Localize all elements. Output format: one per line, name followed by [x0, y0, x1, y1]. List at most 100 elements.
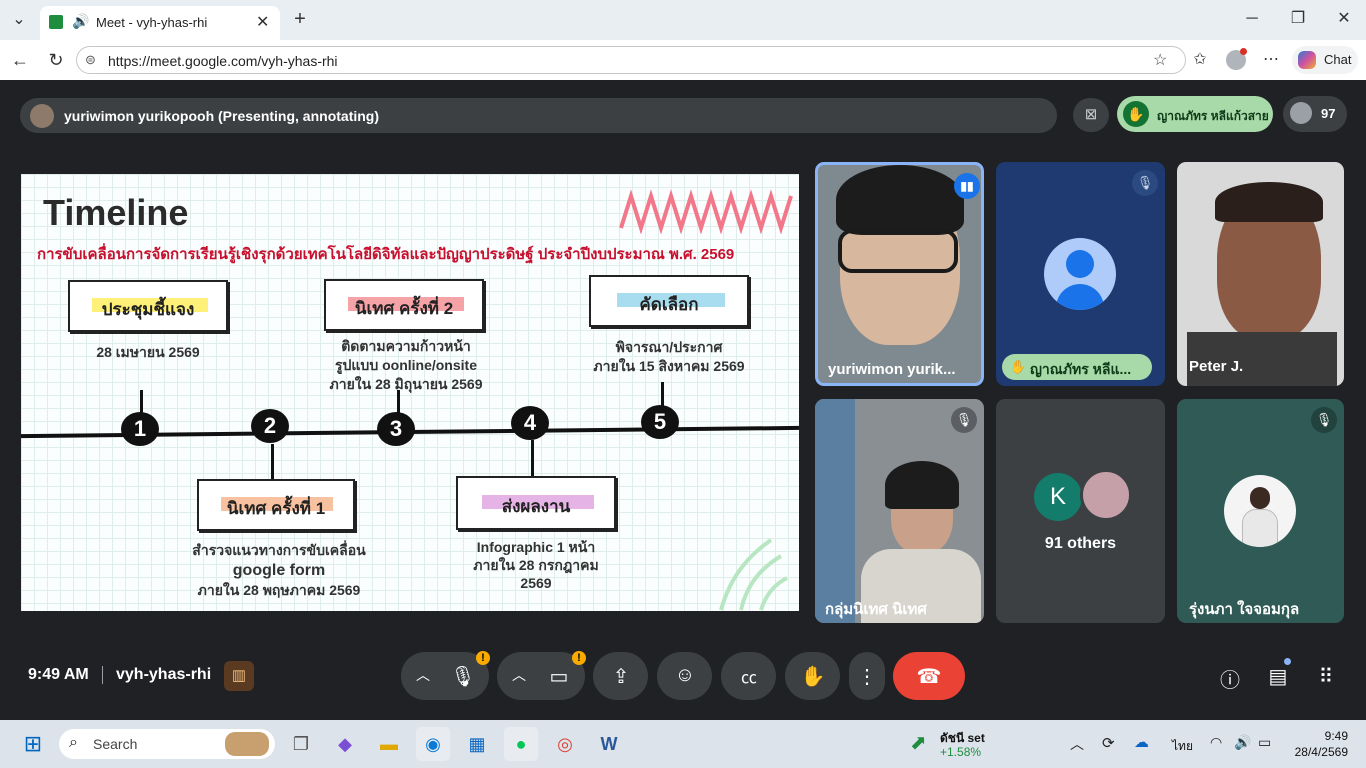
- step-line: ภายใน 28 มิถุนายน 2569: [329, 376, 483, 392]
- speaker-icon[interactable]: 🔊: [72, 13, 89, 30]
- edge-browser-icon[interactable]: ◉: [416, 727, 450, 761]
- participant-tile-6[interactable]: 🎙 รุ่งนภา ใจจอมกุล: [1177, 399, 1344, 623]
- participant-tile-3[interactable]: Peter J.: [1177, 162, 1344, 386]
- presenter-avatar: [30, 104, 54, 128]
- meeting-time: 9:49 AM: [28, 666, 89, 683]
- chat-icon[interactable]: ▤: [1264, 664, 1292, 689]
- connector-4: [531, 440, 534, 476]
- copilot-app-icon[interactable]: ◆: [328, 727, 362, 761]
- mic-options-chevron-icon[interactable]: ︿: [413, 665, 433, 685]
- tab-close-icon[interactable]: ✕: [256, 12, 269, 32]
- maximize-icon[interactable]: ❐: [1288, 9, 1308, 29]
- task-view-icon[interactable]: ❐: [284, 727, 318, 761]
- new-tab-icon[interactable]: +: [290, 9, 310, 29]
- reload-icon[interactable]: ↻: [46, 50, 66, 70]
- show-hidden-icons[interactable]: ︿: [1070, 734, 1084, 754]
- more-options-button[interactable]: ⋮: [849, 652, 885, 700]
- site-info-icon[interactable]: ⊜: [85, 52, 96, 68]
- avatar-head: [1250, 487, 1270, 509]
- others-label: 91 others: [1044, 535, 1117, 552]
- onedrive-icon[interactable]: ☁: [1134, 733, 1149, 751]
- meeting-info-icon[interactable]: ⓘ: [1216, 664, 1244, 693]
- step-line: รูปแบบ oonline/onsite: [335, 357, 477, 373]
- file-explorer-icon[interactable]: ▬: [372, 727, 406, 761]
- presenter-label: yuriwimon yurikopooh (Presenting, annota…: [64, 108, 380, 124]
- chrome-icon[interactable]: ◎: [548, 727, 582, 761]
- reactions-button[interactable]: ☺: [657, 652, 712, 700]
- clock-date[interactable]: 28/4/2569: [1290, 745, 1348, 759]
- step-node-4: 4: [511, 406, 549, 440]
- chat-label: Chat: [1324, 52, 1352, 67]
- microphone-icon[interactable]: 🎙: [449, 664, 477, 689]
- others-tile[interactable]: K 91 others: [996, 399, 1165, 623]
- bookmark-star-icon[interactable]: ☆: [1153, 50, 1167, 70]
- meeting-code: vyh-yhas-rhi: [116, 666, 212, 683]
- step-node-1: 1: [121, 412, 159, 446]
- slide-subtitle: การขับเคลื่อนการจัดการเรียนรู้เชิงรุกด้ว…: [37, 246, 735, 263]
- connector-2: [271, 444, 274, 479]
- people-icon: [1290, 102, 1312, 124]
- sync-icon[interactable]: ⟳: [1102, 734, 1115, 752]
- line-app-icon[interactable]: ●: [504, 727, 538, 761]
- hair-shape: [836, 165, 964, 235]
- raise-hand-button[interactable]: ✋: [785, 652, 840, 700]
- battery-icon[interactable]: ▭: [1258, 734, 1271, 751]
- step-line: ภายใน 15 สิงหาคม 2569: [593, 358, 745, 374]
- avatar-body: [1242, 509, 1278, 547]
- hand-icon: ✋: [1123, 101, 1149, 127]
- step-node-5: 5: [641, 405, 679, 439]
- store-icon[interactable]: ▦: [460, 727, 494, 761]
- activities-grid-icon[interactable]: ⠿: [1312, 664, 1340, 689]
- leave-call-button[interactable]: ☎: [893, 652, 965, 700]
- step-line: พิจารณา/ประกาศ: [615, 339, 723, 355]
- tab-menu-icon[interactable]: ⌄: [8, 10, 30, 30]
- divider: [102, 666, 103, 684]
- taskbar-search-box[interactable]: ⌕ Search: [59, 729, 275, 759]
- more-menu-icon[interactable]: ⋯: [1261, 50, 1281, 70]
- participant-tile-4[interactable]: 🎙 กลุ่มนิเทศ นิเทศ: [815, 399, 984, 623]
- input-language[interactable]: ไทย: [1172, 737, 1193, 756]
- captions-button[interactable]: ㏄: [721, 652, 776, 700]
- participant-name: ญาณภัทร หลีแ...: [1030, 361, 1132, 377]
- others-initial-avatar: K: [1034, 473, 1082, 521]
- hair-shape: [885, 461, 959, 509]
- url-bar[interactable]: ⊜ https://meet.google.com/vyh-yhas-rhi ☆: [76, 46, 1186, 74]
- host-controls-icon[interactable]: ▥: [224, 661, 254, 691]
- clock-time[interactable]: 9:49: [1300, 729, 1348, 743]
- step-title-1: ประชุมชี้แจง: [101, 300, 195, 319]
- camera-icon[interactable]: ▭: [545, 664, 573, 689]
- participant-tile-1[interactable]: ▮▮ yuriwimon yurik...: [815, 162, 984, 386]
- participant-tile-2[interactable]: 🎙 ✋ ญาณภัทร หลีแ...: [996, 162, 1165, 386]
- camera-options-chevron-icon[interactable]: ︿: [509, 665, 529, 685]
- presenter-bar: yuriwimon yurikopooh (Presenting, annota…: [20, 98, 1057, 133]
- step-box-5: คัดเลือก: [589, 275, 749, 327]
- favorites-icon[interactable]: ✩: [1190, 50, 1210, 70]
- person-avatar-icon: [1044, 238, 1116, 310]
- avatar-head: [1066, 250, 1094, 278]
- captions-icon: ㏄: [740, 670, 757, 687]
- participant-name: รุ่งนภา ใจจอมกุล: [1189, 601, 1300, 618]
- stop-presenting-icon[interactable]: ⊠: [1073, 98, 1109, 132]
- mic-off-icon: 🎙: [951, 407, 977, 433]
- step-title-4: ส่งผลงาน: [501, 497, 571, 516]
- present-screen-button[interactable]: ⇪: [593, 652, 648, 700]
- wifi-icon[interactable]: ◠: [1210, 734, 1222, 751]
- search-icon: ⌕: [69, 734, 78, 751]
- step-box-2: นิเทศ ครั้งที่ 1: [197, 479, 355, 531]
- browser-tab[interactable]: 🔊 Meet - vyh-yhas-rhi ✕: [40, 6, 280, 40]
- minimize-icon[interactable]: ─: [1242, 9, 1262, 29]
- mic-off-icon: 🎙: [1311, 407, 1337, 433]
- chat-unread-dot: [1284, 658, 1291, 665]
- step-line: ภายใน 28 พฤษภาคม 2569: [197, 582, 361, 598]
- raised-hand-chip[interactable]: ✋ ญาณภัทร หลีแก้วสาย: [1117, 96, 1273, 132]
- hand-icon: ✋: [1010, 359, 1027, 374]
- back-icon[interactable]: ←: [10, 50, 30, 70]
- participant-name: กลุ่มนิเทศ นิเทศ: [825, 601, 927, 618]
- volume-icon[interactable]: 🔊: [1234, 734, 1251, 751]
- participants-button[interactable]: 97: [1283, 96, 1347, 132]
- copilot-chat-button[interactable]: Chat: [1292, 46, 1358, 74]
- close-window-icon[interactable]: ✕: [1334, 9, 1354, 29]
- participant-avatar: [1224, 475, 1296, 547]
- windows-start-icon[interactable]: ⊞: [16, 727, 50, 761]
- word-icon[interactable]: W: [592, 727, 626, 761]
